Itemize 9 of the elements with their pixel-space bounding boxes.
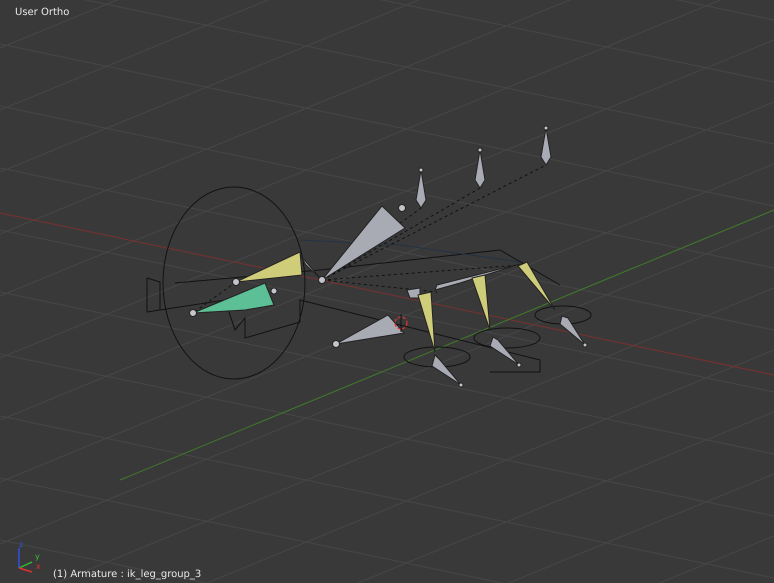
- 3d-cursor-icon: [394, 314, 408, 332]
- armature-drawing[interactable]: [146, 126, 592, 388]
- status-text: (1) Armature : ik_leg_group_3: [53, 569, 202, 580]
- axis-label: x: [36, 562, 41, 571]
- axis-label: y: [35, 552, 40, 561]
- view-label: User Ortho: [15, 7, 70, 18]
- 3d-viewport[interactable]: User Ortho z y x (1) Armature : ik_leg_group_3: [0, 0, 774, 583]
- axis-gizmo-icon: [18, 548, 32, 573]
- axis-label: z: [19, 540, 24, 549]
